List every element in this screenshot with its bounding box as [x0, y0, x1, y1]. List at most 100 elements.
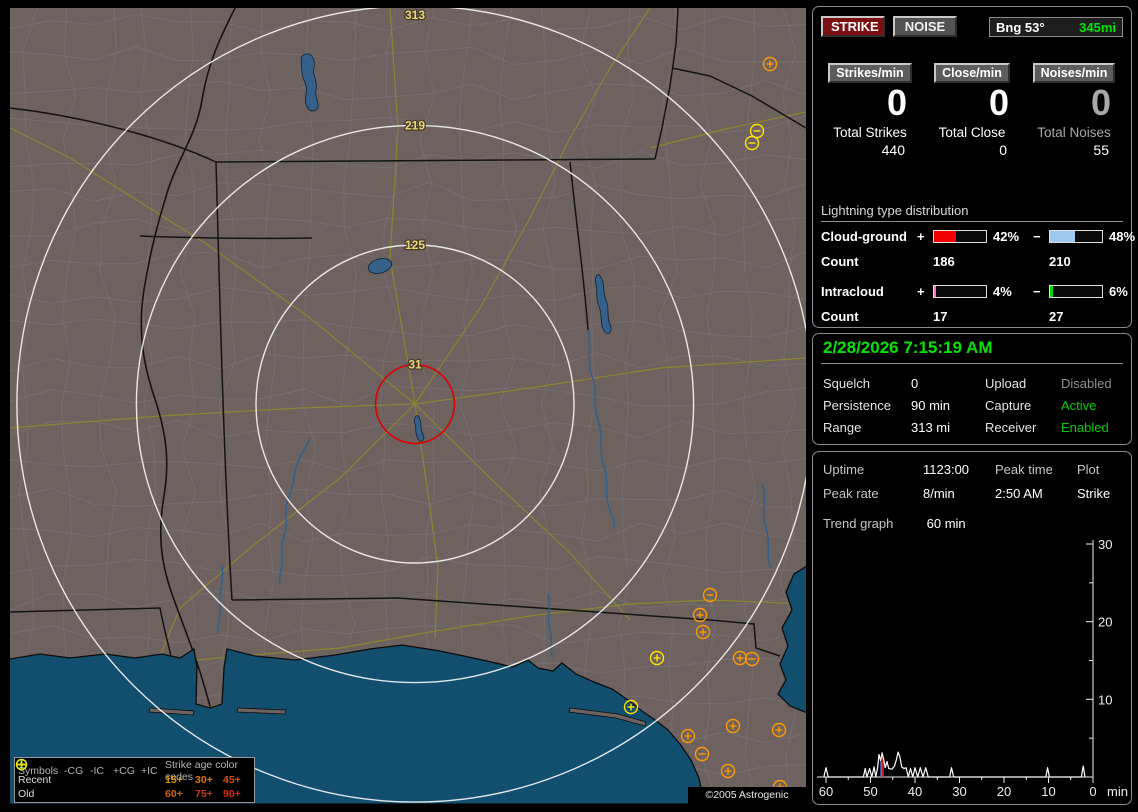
peak-time-label: Peak time	[995, 462, 1053, 477]
persistence-label: Persistence	[823, 398, 891, 413]
range-ring-label: 313	[405, 8, 425, 22]
ic-plus-percent: 4%	[993, 284, 1012, 299]
svg-text:10: 10	[1098, 692, 1112, 707]
age-code-90: 90+	[223, 788, 241, 800]
uptime-value: 1123:00	[923, 462, 970, 477]
total-noises-label: Total Noises	[1037, 125, 1111, 140]
ic-minus-percent: 6%	[1109, 284, 1128, 299]
cg-minus-count: 210	[1049, 254, 1071, 269]
age-code-75: 75+	[195, 788, 213, 800]
total-strikes-value: 440	[881, 142, 905, 158]
legend-row-recent-label: Recent	[18, 774, 52, 786]
peak-rate-value: 8/min	[923, 486, 955, 501]
intracloud-label: Intracloud	[821, 284, 884, 299]
trend-graph-chart: 10 20 30 60 50 40 30 20 10 0 min	[817, 537, 1128, 799]
count-label: Count	[821, 309, 859, 324]
svg-text:30: 30	[1098, 537, 1112, 552]
count-label: Count	[821, 254, 859, 269]
capture-value: Active	[1061, 398, 1097, 413]
ic-plus-count: 17	[933, 309, 948, 324]
rate-counters: Strikes/min Close/min Noises/min 0 0 0 T…	[819, 63, 1125, 158]
trend-graph-label: Trend graph	[823, 516, 894, 531]
legend-header-pos-cg: +CG	[113, 765, 135, 777]
upload-label: Upload	[985, 376, 1027, 391]
bearing-readout: Bng 53° 345mi	[989, 17, 1123, 37]
bearing-value: Bng 53°	[996, 19, 1045, 35]
trend-graph-row: Trend graph 60 min	[823, 516, 966, 531]
range-ring-label: 31	[408, 358, 422, 372]
capture-label: Capture	[985, 398, 1032, 413]
divider	[821, 363, 1123, 364]
cg-plus-bar	[933, 230, 987, 243]
cg-plus-count: 186	[933, 254, 955, 269]
plus-sign: +	[917, 229, 925, 244]
legend-header-neg-cg: -CG	[64, 765, 84, 777]
status-grid: Squelch 0 Upload Disabled Persistence 90…	[823, 376, 1123, 435]
legend-row-old-label: Old	[18, 788, 35, 800]
plot-value: Strike	[1077, 486, 1111, 501]
svg-text:20: 20	[1098, 615, 1112, 630]
svg-text:60: 60	[819, 784, 833, 799]
distribution-title: Lightning type distribution	[821, 203, 1123, 222]
svg-text:30: 30	[952, 784, 966, 799]
noises-per-min-button[interactable]: Noises/min	[1032, 63, 1116, 83]
map-canvas: 31 125 219 313	[10, 8, 806, 804]
trend-graph-value: 60 min	[926, 516, 966, 531]
squelch-value: 0	[911, 376, 919, 391]
lightning-map[interactable]: 31 125 219 313 Symbols -CG -IC +CG +IC Stri…	[10, 8, 806, 804]
upload-value: Disabled	[1061, 376, 1112, 391]
counters-panel: STRIKE NOISE Bng 53° 345mi Strikes/min C…	[812, 6, 1135, 328]
noises-rate-value: 0	[1090, 82, 1111, 123]
peak-time-value: 2:50 AM	[995, 486, 1043, 501]
cg-minus-percent: 48%	[1109, 229, 1136, 244]
copyright-bar: ©2005 Astrogenic Systems	[688, 787, 806, 804]
trend-panel: Uptime 1123:00 Peak time Plot Peak rate …	[812, 451, 1132, 805]
total-close-label: Total Close	[938, 125, 1006, 140]
svg-text:50: 50	[863, 784, 877, 799]
bearing-distance: 345mi	[1079, 19, 1116, 35]
intracloud-count-row: Count 17 27	[821, 309, 1127, 324]
close-per-min-button[interactable]: Close/min	[934, 63, 1010, 83]
strikes-rate-value: 0	[886, 82, 907, 123]
cg-minus-bar	[1049, 230, 1103, 243]
strike-mode-button[interactable]: STRIKE	[821, 16, 885, 37]
datetime-display: 2/28/2026 7:15:19 AM	[823, 338, 993, 357]
squelch-label: Squelch	[823, 376, 870, 391]
peak-rate-label: Peak rate	[823, 486, 879, 501]
legend-header-neg-ic: -IC	[90, 765, 104, 777]
cloud-ground-row: Cloud-ground + 42% − 48%	[821, 229, 1135, 244]
map-legend: Symbols -CG -IC +CG +IC Strike age color…	[14, 757, 255, 803]
age-code-60: 60+	[165, 788, 183, 800]
total-close-value: 0	[999, 142, 1007, 158]
plot-label: Plot	[1077, 462, 1100, 477]
ic-minus-bar	[1049, 285, 1103, 298]
range-value: 313 mi	[911, 420, 951, 435]
strikes-per-min-button[interactable]: Strikes/min	[828, 63, 912, 83]
minus-sign: −	[1033, 284, 1041, 299]
age-code-45: 45+	[223, 774, 241, 786]
age-code-15: 15+	[165, 774, 183, 786]
minus-sign: −	[1033, 229, 1041, 244]
age-code-30: 30+	[195, 774, 213, 786]
svg-text:10: 10	[1041, 784, 1055, 799]
svg-text:min: min	[1107, 784, 1128, 799]
svg-text:40: 40	[908, 784, 922, 799]
uptime-grid: Uptime 1123:00 Peak time Plot Peak rate …	[823, 462, 1125, 501]
status-panel: 2/28/2026 7:15:19 AM Squelch 0 Upload Di…	[812, 333, 1132, 445]
uptime-label: Uptime	[823, 462, 865, 477]
plus-sign: +	[917, 284, 925, 299]
cloud-ground-count-row: Count 186 210	[821, 254, 1127, 269]
svg-text:20: 20	[997, 784, 1011, 799]
receiver-value: Enabled	[1061, 420, 1109, 435]
ic-minus-count: 27	[1049, 309, 1064, 324]
cloud-ground-label: Cloud-ground	[821, 229, 907, 244]
total-strikes-label: Total Strikes	[833, 125, 907, 140]
close-rate-value: 0	[988, 82, 1009, 123]
range-label: Range	[823, 420, 862, 435]
persistence-value: 90 min	[911, 398, 951, 413]
legend-header-pos-ic: +IC	[141, 765, 158, 777]
range-ring-label: 125	[405, 238, 425, 252]
ic-plus-bar	[933, 285, 987, 298]
noise-mode-button[interactable]: NOISE	[893, 16, 957, 37]
total-noises-value: 55	[1093, 142, 1109, 158]
